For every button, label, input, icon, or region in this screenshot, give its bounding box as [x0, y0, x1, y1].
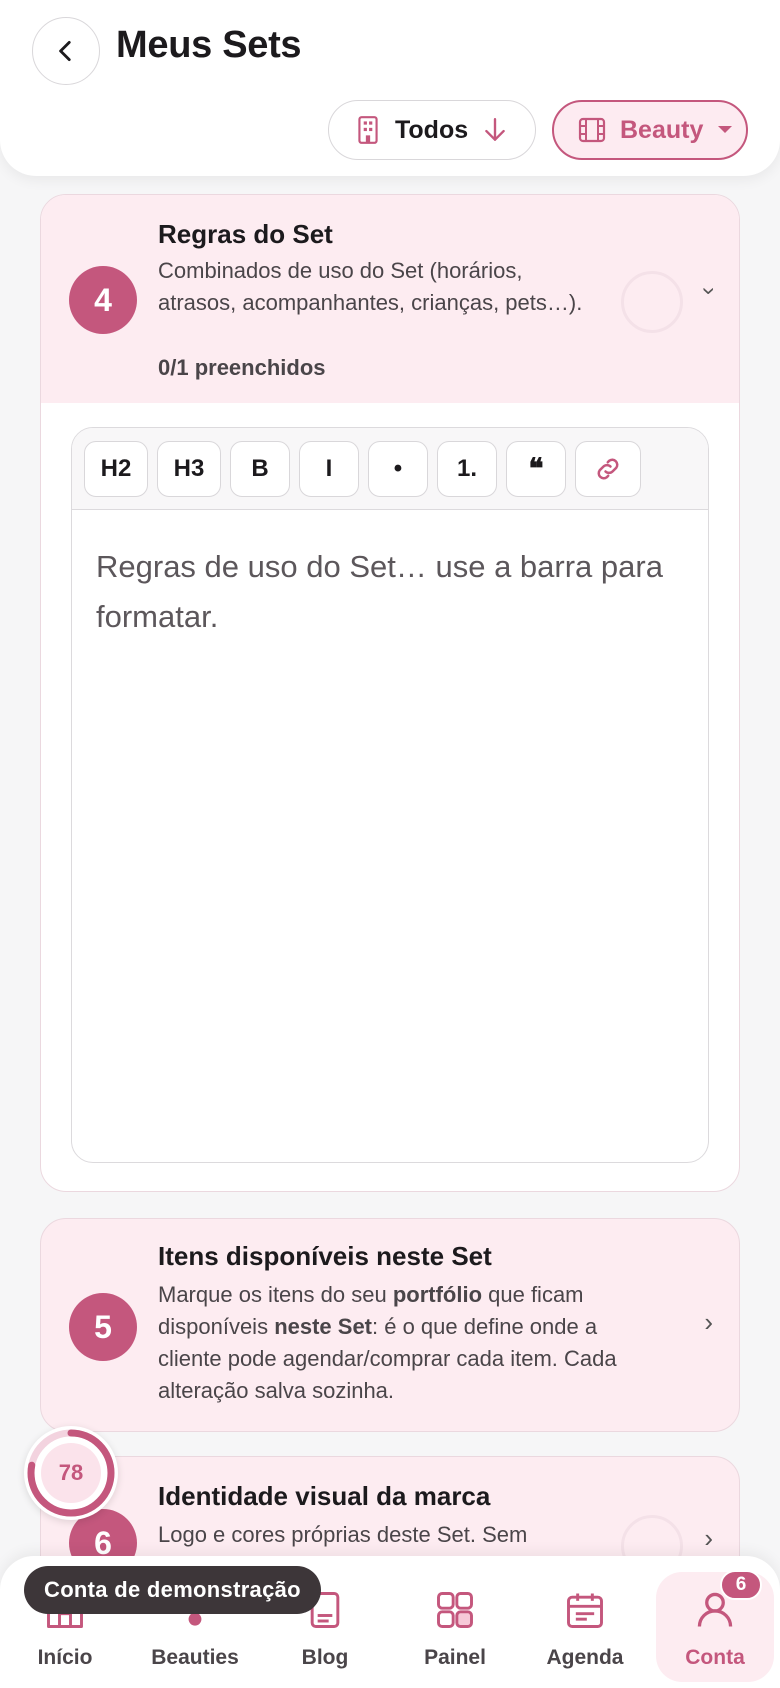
numbered-list-button[interactable]: 1.	[437, 440, 497, 497]
quote-button[interactable]: ❝	[506, 440, 566, 497]
section-description: Combinados de uso do Set (horários, atra…	[158, 258, 583, 315]
section-description: Marque os itens do seu portfólio que fic…	[158, 1282, 617, 1403]
chevron-down-icon[interactable]: ›	[695, 287, 723, 295]
step-number: 5	[69, 1293, 137, 1361]
rich-text-editor: H2 H3 B I • 1. ❝ Regras de uso do Set… u…	[71, 427, 709, 1163]
h2-button[interactable]: H2	[84, 440, 148, 497]
section-title: Itens disponíveis neste Set	[158, 1241, 492, 1271]
header: Meus Sets Todos Beauty	[0, 0, 780, 176]
completion-ring-icon	[621, 271, 683, 333]
section-card-itens[interactable]: 5 Itens disponíveis neste Set Marque os …	[40, 1218, 740, 1432]
link-button[interactable]	[575, 440, 641, 497]
progress-value: 78	[58, 1460, 84, 1485]
filter-beauty-dropdown[interactable]: Beauty	[552, 100, 748, 160]
nav-conta[interactable]: Conta 6	[656, 1570, 774, 1682]
calendar-icon	[567, 1593, 603, 1628]
section-progress: 0/1 preenchidos	[158, 355, 326, 380]
h3-button[interactable]: H3	[157, 440, 221, 497]
bullet-list-button[interactable]: •	[368, 440, 428, 497]
editor-toolbar: H2 H3 B I • 1. ❝	[72, 428, 708, 510]
demo-account-toast: Conta de demonstração	[24, 1566, 321, 1614]
editor-placeholder: Regras de uso do Set… use a barra para f…	[96, 549, 663, 634]
caret-down-icon	[718, 126, 733, 133]
film-icon	[578, 117, 606, 143]
section-description: Logo e cores próprias deste Set. Sem	[158, 1522, 528, 1547]
italic-button[interactable]: I	[299, 440, 359, 497]
grid-icon	[437, 1592, 473, 1628]
bold-button[interactable]: B	[230, 440, 290, 497]
nav-painel[interactable]: Painel	[390, 1556, 520, 1688]
building-icon	[358, 116, 378, 144]
notification-badge: 6	[720, 1570, 762, 1600]
section-title: Regras do Set	[158, 219, 333, 249]
profile-progress-bubble[interactable]: 78	[24, 1426, 118, 1520]
arrow-down-icon	[485, 118, 505, 141]
section-card-regras: 4 Regras do Set Combinados de uso do Set…	[40, 194, 740, 1192]
filter-todos-button[interactable]: Todos	[328, 100, 536, 160]
step-number: 4	[69, 266, 137, 334]
section-header-regras[interactable]: 4 Regras do Set Combinados de uso do Set…	[41, 195, 739, 403]
filter-beauty-label: Beauty	[620, 115, 704, 144]
link-icon	[597, 458, 619, 479]
editor-content-area[interactable]: Regras de uso do Set… use a barra para f…	[72, 510, 708, 674]
nav-agenda[interactable]: Agenda	[520, 1556, 650, 1688]
chevron-right-icon[interactable]: ›	[704, 1523, 713, 1554]
chevron-right-icon[interactable]: ›	[704, 1307, 713, 1338]
back-button[interactable]	[32, 17, 100, 85]
chevron-left-icon	[59, 40, 71, 62]
section-title: Identidade visual da marca	[158, 1481, 491, 1511]
page-title: Meus Sets	[116, 24, 302, 66]
filter-todos-label: Todos	[395, 115, 469, 144]
